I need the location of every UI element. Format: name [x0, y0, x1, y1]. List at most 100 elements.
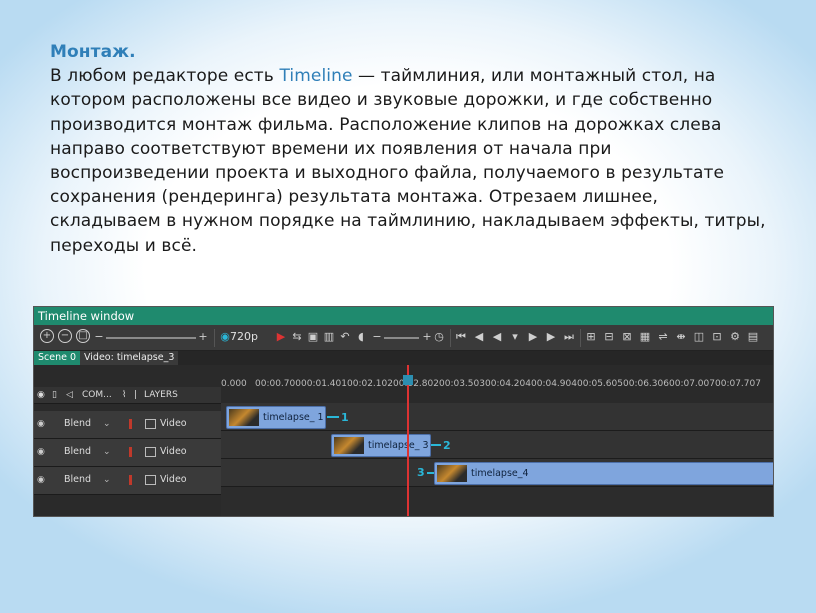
- clip-name: timelapse_ 3: [368, 440, 429, 451]
- clip-thumbnail: [334, 437, 364, 454]
- ruler-tick: 00:07.007: [669, 379, 715, 389]
- marker-arrow: [431, 444, 441, 446]
- clip-name: timelapse_ 1: [263, 412, 324, 423]
- ruler-tick: 00:01.401: [301, 379, 347, 389]
- clock-icon[interactable]: ◷: [432, 330, 446, 344]
- more-icon[interactable]: ▤: [746, 330, 760, 344]
- video-track-icon: [145, 447, 156, 457]
- wave-icon: ⌇: [122, 390, 127, 400]
- time-ruler[interactable]: 0.000 00:00.700 00:01.401 00:02.102 00:0…: [221, 365, 773, 403]
- snap-icon[interactable]: ▣: [306, 330, 320, 344]
- track-lane-2[interactable]: [221, 431, 773, 459]
- track-marker-icon: [129, 475, 132, 485]
- chevron-down-icon[interactable]: ⌄: [103, 445, 111, 459]
- plus-icon[interactable]: +: [196, 330, 210, 344]
- track-row-2[interactable]: ◉ Blend ⌄ Video: [34, 439, 221, 467]
- clip-name: timelapse_4: [471, 468, 529, 479]
- track-row-1[interactable]: ◉ Blend ⌄ Video: [34, 411, 221, 439]
- timeline-window: Timeline window + − □ − + ◉ 720p ▶ ⇆ ▣ ▥…: [33, 306, 774, 517]
- zoom-slider[interactable]: [106, 337, 196, 339]
- ruler-tick: 00:02.102: [347, 379, 393, 389]
- effects-icon[interactable]: ⊡: [710, 330, 724, 344]
- clip-timelapse-1[interactable]: timelapse_ 1: [226, 406, 326, 429]
- marker-icon[interactable]: ▾: [508, 330, 522, 344]
- chevron-down-icon[interactable]: ⌄: [103, 417, 111, 431]
- next-icon[interactable]: ▶: [544, 330, 558, 344]
- forward-icon[interactable]: ▶: [526, 330, 540, 344]
- track-eye-icon[interactable]: ◉: [37, 475, 47, 485]
- blend-mode[interactable]: Blend: [64, 473, 91, 487]
- crop-icon[interactable]: ◫: [692, 330, 706, 344]
- audio-slider[interactable]: [384, 337, 419, 339]
- ruler-tick: 00:05.605: [577, 379, 623, 389]
- zoom-in-icon[interactable]: +: [40, 329, 54, 343]
- tab-video[interactable]: Video: timelapse_3: [80, 351, 179, 365]
- clip-timelapse-3[interactable]: timelapse_ 3: [331, 434, 431, 457]
- zoom-out-icon[interactable]: −: [58, 329, 72, 343]
- chevron-down-icon[interactable]: ⌄: [103, 473, 111, 487]
- clip-timelapse-4[interactable]: timelapse_4: [434, 462, 773, 485]
- go-end-icon[interactable]: ⏭: [562, 330, 576, 344]
- ruler-tick: 00:00.700: [255, 379, 301, 389]
- document-text: Монтаж. В любом редакторе есть Timeline …: [50, 40, 770, 258]
- trim-icon[interactable]: ⇼: [674, 330, 688, 344]
- rewind-icon[interactable]: ◀: [490, 330, 504, 344]
- track-eye-icon[interactable]: ◉: [37, 447, 47, 457]
- loop-icon[interactable]: ⇆: [290, 330, 304, 344]
- video-track-icon: [145, 419, 156, 429]
- clip-marker-3: 3: [417, 466, 425, 479]
- track-row-3[interactable]: ◉ Blend ⌄ Video: [34, 467, 221, 495]
- minus-icon[interactable]: −: [92, 330, 106, 344]
- tab-scene-0[interactable]: Scene 0: [34, 351, 81, 365]
- scene-tabs: Scene 0 Video: timelapse_3: [34, 351, 773, 365]
- video-track-icon: [145, 475, 156, 485]
- playhead[interactable]: [407, 365, 409, 516]
- ruler-tick: 00:04.204: [485, 379, 531, 389]
- composite-label: COM...: [82, 390, 112, 400]
- paragraph-body: — таймлиния, или монтажный стол, на кото…: [50, 66, 766, 256]
- grid-icon[interactable]: ⊞: [584, 330, 598, 344]
- blend-mode[interactable]: Blend: [64, 445, 91, 459]
- divider-icon: |: [134, 390, 138, 400]
- align-icon[interactable]: ⊟: [602, 330, 616, 344]
- minus2-icon[interactable]: −: [370, 330, 384, 344]
- track-type: Video: [160, 474, 187, 485]
- zoom-fit-icon[interactable]: □: [76, 329, 90, 343]
- track-type: Video: [160, 418, 187, 429]
- track-type: Video: [160, 446, 187, 457]
- playhead-handle[interactable]: [403, 375, 413, 385]
- clip-marker-1: 1: [341, 411, 349, 424]
- track-headers: ◉ ▯ ◁ COM... ⌇ | LAYERS ◉ Blend ⌄ Video …: [34, 365, 221, 516]
- clip-thumbnail: [437, 465, 467, 482]
- eye-icon[interactable]: ◉: [37, 387, 45, 403]
- window-title: Timeline window: [34, 307, 773, 325]
- prev-icon[interactable]: ◀: [472, 330, 486, 344]
- blend-mode[interactable]: Blend: [64, 417, 91, 431]
- settings-icon[interactable]: ⚙: [728, 330, 742, 344]
- go-start-icon[interactable]: ⏮: [454, 330, 468, 344]
- track-marker-icon: [129, 447, 132, 457]
- split-icon[interactable]: ▥: [322, 330, 336, 344]
- ruler-tick: 00:07.707: [715, 379, 761, 389]
- track-marker-icon: [129, 419, 132, 429]
- marker-arrow: [327, 416, 339, 418]
- ruler-tick: 00:06.306: [623, 379, 669, 389]
- lock-icon[interactable]: ▯: [52, 387, 57, 403]
- timeline-toolbar: + − □ − + ◉ 720p ▶ ⇆ ▣ ▥ ↶ ◖ − + ◷ ⏮ ◀ ◀…: [34, 325, 773, 351]
- layers-label: LAYERS: [144, 390, 178, 400]
- link-icon[interactable]: ⇌: [656, 330, 670, 344]
- play-red-icon[interactable]: ▶: [274, 330, 288, 344]
- group-icon[interactable]: ⊠: [620, 330, 634, 344]
- ruler-tick: 00:03.503: [439, 379, 485, 389]
- audio-icon[interactable]: ◖: [354, 330, 368, 344]
- undo-icon[interactable]: ↶: [338, 330, 352, 344]
- ruler-tick: 00:04.904: [531, 379, 577, 389]
- paragraph-start: В любом редакторе есть: [50, 66, 280, 87]
- quality-selector[interactable]: 720p: [230, 330, 258, 344]
- clip-thumbnail: [229, 409, 259, 426]
- volume-icon[interactable]: ◁: [66, 387, 73, 403]
- timeline-term: Timeline: [279, 66, 353, 87]
- ruler-tick: 0.000: [221, 379, 247, 389]
- track-eye-icon[interactable]: ◉: [37, 419, 47, 429]
- layer-icon[interactable]: ▦: [638, 330, 652, 344]
